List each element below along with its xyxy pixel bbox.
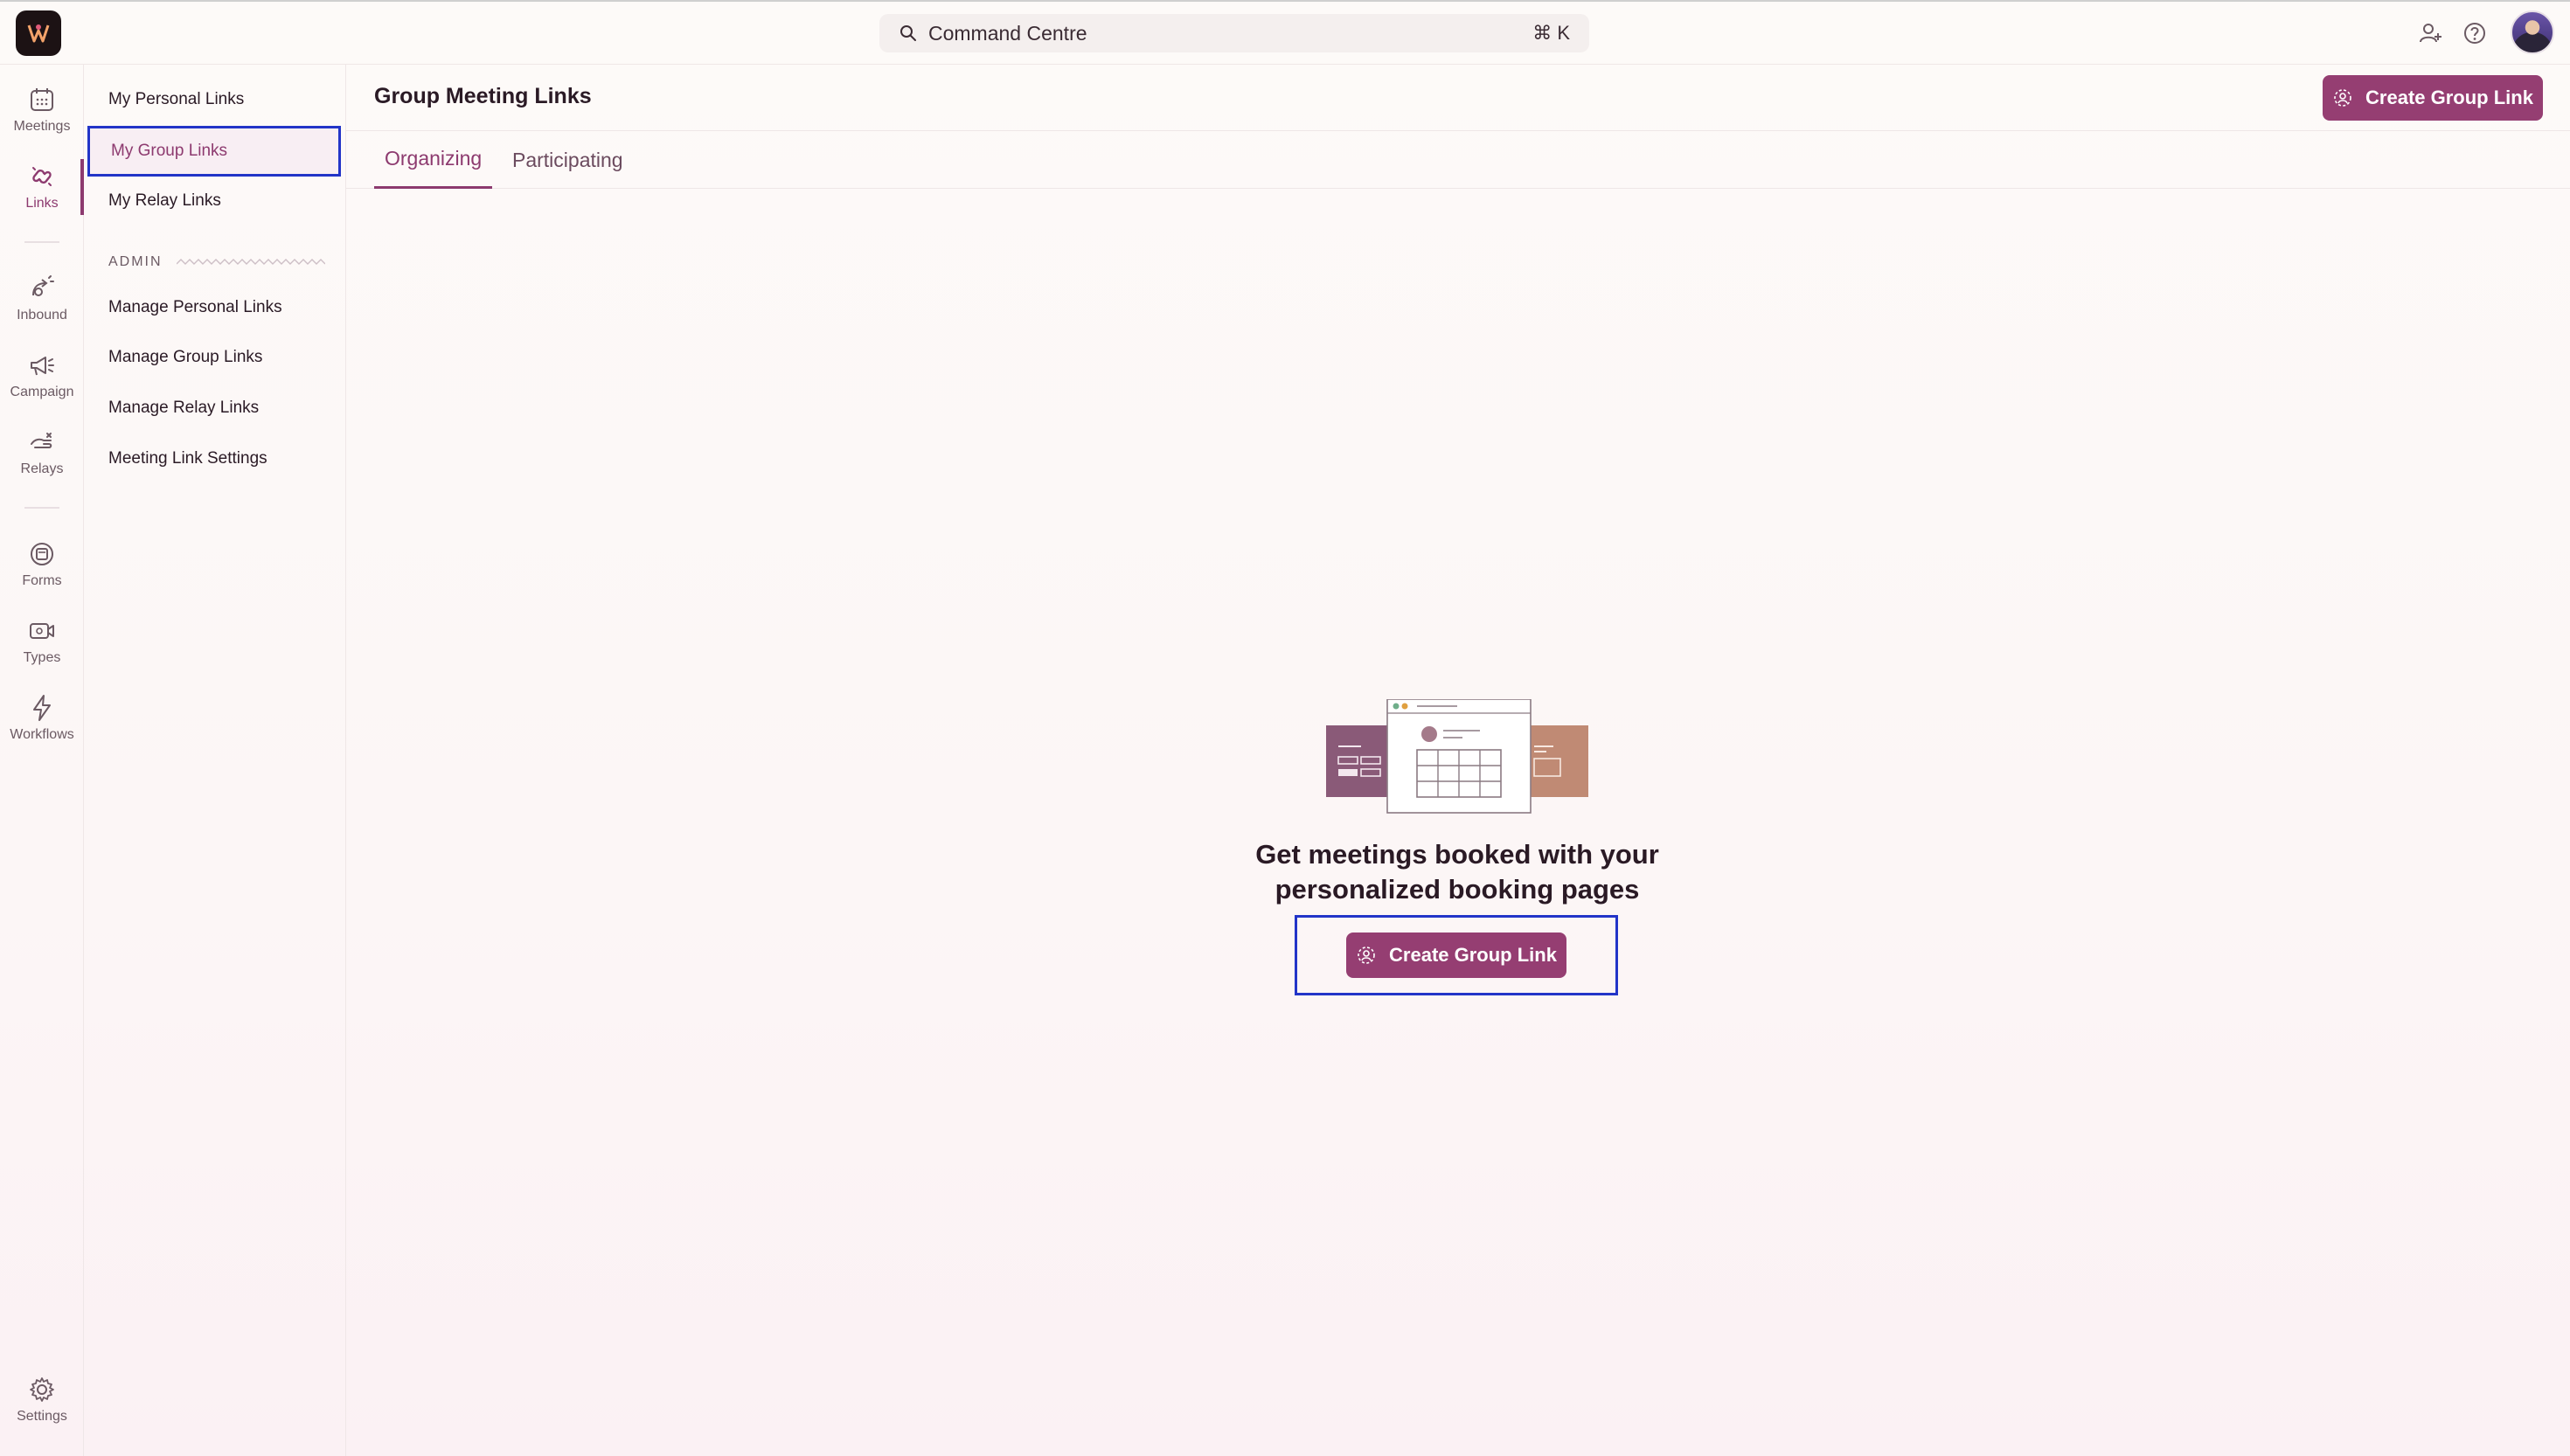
rail-separator bbox=[24, 507, 59, 509]
main-content: Group Meeting Links Create Group Link Or… bbox=[346, 65, 2570, 1456]
user-avatar[interactable] bbox=[2511, 10, 2554, 54]
subnav-item-label: My Relay Links bbox=[108, 191, 221, 210]
rail-item-links[interactable]: Links bbox=[0, 161, 84, 231]
rail-separator bbox=[24, 241, 59, 243]
primary-nav-rail: Meetings Links Inbound Campaign Relays F… bbox=[0, 65, 84, 1456]
empty-state-button-focus: Create Group Link bbox=[1295, 915, 1618, 995]
subnav-item-label: Manage Relay Links bbox=[108, 399, 260, 417]
rail-label: Workflows bbox=[10, 727, 74, 742]
subnav-item-manage-personal-links[interactable]: Manage Personal Links bbox=[87, 283, 341, 332]
tab-label: Participating bbox=[512, 148, 623, 171]
rail-item-settings[interactable]: Settings bbox=[0, 1374, 84, 1444]
subnav-item-manage-relay-links[interactable]: Manage Relay Links bbox=[87, 384, 341, 433]
booking-pages-illustration bbox=[1326, 699, 1588, 814]
empty-state-title-line: Get meetings booked with your bbox=[1255, 839, 1659, 870]
app-logo[interactable] bbox=[16, 10, 61, 56]
rail-label: Settings bbox=[17, 1409, 67, 1424]
calendar-icon bbox=[31, 88, 53, 111]
link-icon bbox=[32, 167, 52, 186]
top-bar: Command Centre ⌘ K bbox=[0, 2, 2570, 65]
subnav-item-label: My Group Links bbox=[111, 142, 228, 160]
search-icon bbox=[900, 25, 916, 41]
video-icon bbox=[30, 623, 54, 639]
page-title: Group Meeting Links bbox=[374, 84, 592, 108]
button-label: Create Group Link bbox=[1389, 944, 1557, 966]
create-group-link-button[interactable]: Create Group Link bbox=[2323, 75, 2543, 121]
subnav-item-label: Manage Group Links bbox=[108, 348, 263, 366]
rail-label: Meetings bbox=[13, 119, 71, 134]
subnav-item-label: My Personal Links bbox=[108, 90, 245, 108]
tab-participating[interactable]: Participating bbox=[502, 131, 634, 189]
subnav-item-manage-group-links[interactable]: Manage Group Links bbox=[87, 333, 341, 382]
tab-label: Organizing bbox=[385, 147, 483, 170]
rail-label: Links bbox=[25, 196, 59, 211]
rail-item-workflows[interactable]: Workflows bbox=[0, 692, 84, 762]
command-centre-search[interactable]: Command Centre ⌘ K bbox=[879, 14, 1589, 52]
form-icon bbox=[31, 543, 53, 565]
group-link-icon bbox=[2334, 89, 2351, 107]
rail-item-meetings[interactable]: Meetings bbox=[0, 84, 84, 154]
gear-icon bbox=[30, 1377, 54, 1402]
subnav-item-meeting-link-settings[interactable]: Meeting Link Settings bbox=[87, 434, 341, 483]
rail-label: Forms bbox=[22, 573, 62, 588]
bolt-icon bbox=[33, 695, 51, 721]
admin-heading-label: ADMIN bbox=[108, 254, 163, 269]
rail-item-forms[interactable]: Forms bbox=[0, 538, 84, 608]
logo-icon bbox=[27, 24, 50, 43]
inbound-icon bbox=[32, 275, 54, 296]
admin-section-heading: ADMIN bbox=[108, 250, 327, 274]
empty-state-create-group-link-button[interactable]: Create Group Link bbox=[1346, 933, 1566, 978]
subnav-item-label: Meeting Link Settings bbox=[108, 449, 267, 468]
subnav-item-my-personal-links[interactable]: My Personal Links bbox=[87, 75, 341, 124]
empty-state-title: Get meetings booked with your personaliz… bbox=[1239, 837, 1676, 907]
rail-label: Inbound bbox=[17, 308, 67, 322]
button-label: Create Group Link bbox=[2365, 87, 2533, 108]
tab-bar: Organizing Participating bbox=[346, 131, 2570, 189]
subnav-item-my-group-links[interactable]: My Group Links bbox=[87, 126, 341, 177]
help-icon[interactable] bbox=[2462, 21, 2487, 45]
group-link-icon bbox=[1358, 946, 1375, 964]
rail-item-campaign[interactable]: Campaign bbox=[0, 350, 84, 419]
rail-item-relays[interactable]: Relays bbox=[0, 426, 84, 496]
page-header: Group Meeting Links Create Group Link bbox=[346, 65, 2570, 131]
search-shortcut: ⌘ K bbox=[1532, 22, 1570, 44]
user-plus-icon[interactable] bbox=[2418, 21, 2442, 45]
app-window: Command Centre ⌘ K Meetings Links Inboun… bbox=[0, 0, 2570, 1456]
rail-label: Campaign bbox=[10, 385, 74, 399]
subnav-item-my-relay-links[interactable]: My Relay Links bbox=[87, 177, 341, 225]
rail-item-types[interactable]: Types bbox=[0, 615, 84, 685]
rail-item-inbound[interactable]: Inbound bbox=[0, 273, 84, 343]
empty-state-title-line: personalized booking pages bbox=[1275, 874, 1640, 905]
links-subnav: My Personal Links My Group Links My Rela… bbox=[84, 65, 346, 1456]
search-label: Command Centre bbox=[928, 21, 1087, 45]
relay-icon bbox=[31, 433, 52, 448]
wave-divider-icon bbox=[176, 259, 325, 265]
rail-label: Types bbox=[23, 650, 61, 665]
subnav-item-label: Manage Personal Links bbox=[108, 298, 282, 316]
rail-label: Relays bbox=[20, 461, 64, 476]
tab-organizing[interactable]: Organizing bbox=[374, 131, 493, 189]
megaphone-icon bbox=[31, 357, 54, 376]
